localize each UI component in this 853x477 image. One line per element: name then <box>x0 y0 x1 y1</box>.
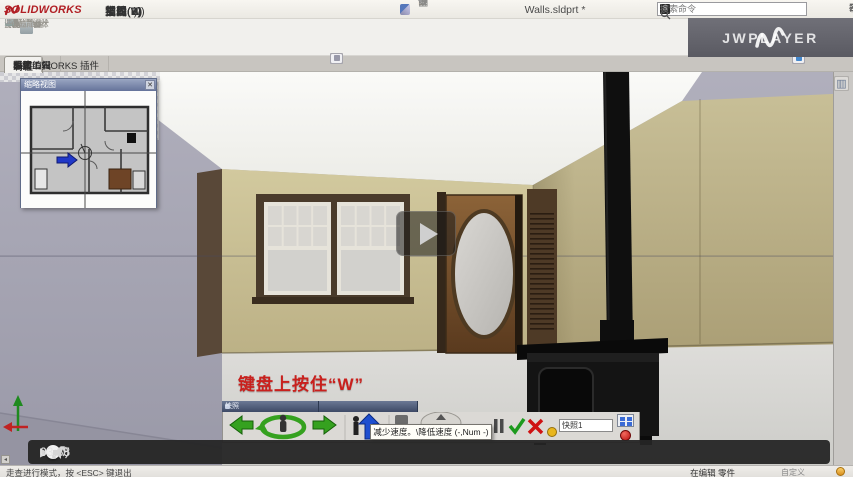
tab-solidworks-addins[interactable]: SOLIDWORKS 插件 <box>4 56 109 72</box>
play-icon <box>420 223 438 245</box>
command-manager-tabs: 特征 草图 曲面 钣金 模具工具 直接编辑 评估 SOLIDWORKS 插件 <box>0 56 853 72</box>
options-icon[interactable]: ⚙▾ <box>418 0 428 9</box>
resources-icon[interactable] <box>836 467 845 476</box>
solidworks-logo: SOLIDWORKS <box>4 2 94 17</box>
menu-help[interactable]: 帮助(H) <box>98 0 149 19</box>
confirm-icon <box>510 419 524 432</box>
thumbnail-map-window: 缩略视图 ✕ <box>20 78 157 208</box>
document-title: Walls.sldprt * <box>455 4 655 16</box>
instant3d-button[interactable]: Instant3D <box>3 21 50 22</box>
command-search[interactable]: S ▾ <box>657 2 807 16</box>
jwplayer-logo-text: JWPLAYER <box>722 30 819 46</box>
left-wall-edge <box>197 169 222 357</box>
room-ceiling <box>96 72 702 185</box>
turn-right-icon <box>313 416 336 434</box>
thumbnail-window-title: 缩略视图 <box>21 79 156 91</box>
snapshot-panel-header[interactable]: 快照 – ✕ <box>222 401 319 412</box>
orientation-triad <box>3 395 28 432</box>
snapshot-camera-icon <box>548 428 557 437</box>
speed-tooltip: 减少速度。\降低速度 (-,Num -) <box>370 424 492 440</box>
snapshot-grid-button[interactable] <box>617 414 634 427</box>
room-front-wall <box>222 169 533 353</box>
close-icon[interactable]: ✕ <box>145 80 155 90</box>
video-play-overlay-button[interactable] <box>396 211 456 256</box>
pause-icon <box>494 419 498 433</box>
room-right-wall <box>533 93 853 350</box>
tutorial-caption: 键盘上按住“W” <box>238 370 364 395</box>
customize-dropdown[interactable]: 自定义 <box>781 467 805 477</box>
panel-close-icon[interactable]: ✕ <box>225 401 230 412</box>
video-control-bar: ▶ 02:55 03:38 <box>28 440 830 464</box>
jwplayer-watermark: JWPLAYER <box>688 18 853 57</box>
title-bar: SOLIDWORKS 文件(F) 编辑(E) 视图(V) 插入(I) 工具(T)… <box>0 0 853 19</box>
custom-properties-icon[interactable]: ▥ <box>834 76 849 91</box>
chimney <box>603 70 633 346</box>
status-message: 走查进行模式，按 <ESC> 键退出 <box>6 467 132 477</box>
cancel-icon <box>529 420 542 433</box>
pin-icon[interactable] <box>400 4 410 15</box>
ribbon-group-instant3d: Instant3D <box>0 19 7 23</box>
close-icon[interactable]: ✕ <box>849 3 853 15</box>
floor-plan-map <box>21 91 156 208</box>
ribbon: 拉伸凸台/基体 旋转凸台/基体 扫描 放样凸台/基体 边界凸台/基体 拉伸切除 … <box>0 19 688 56</box>
brand-text: SOLIDWORKS <box>4 4 82 16</box>
edit-state: 在编辑 零件 <box>690 467 735 477</box>
snapshot-name-field[interactable]: 快照1 <box>559 419 613 432</box>
louvered-door <box>527 189 557 347</box>
task-pane: ⌂ ▣ ▤ ▦ ▥ <box>833 72 853 465</box>
status-bar: 走查进行模式，按 <ESC> 键退出 在编辑 零件 自定义 <box>0 465 853 477</box>
search-input[interactable] <box>660 4 750 14</box>
video-frame[interactable]: ⌂ ▣ ▤ ▦ ▥ 缩略视图 ✕ <box>0 0 853 477</box>
turn-left-icon <box>230 416 253 434</box>
window <box>252 194 414 304</box>
view-settings-icon[interactable] <box>330 53 343 64</box>
